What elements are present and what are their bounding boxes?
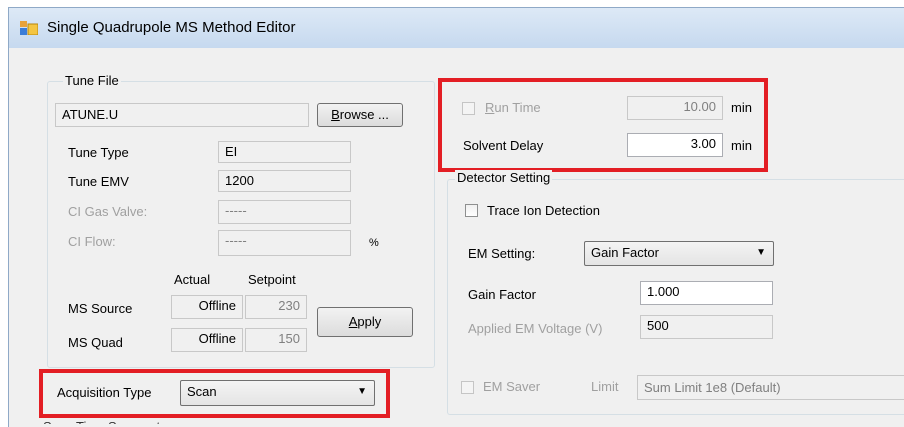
actual-header: Actual <box>174 272 211 287</box>
chevron-down-icon: ▼ <box>756 247 766 258</box>
em-setting-select[interactable]: Gain Factor ▼ <box>584 241 774 266</box>
browse-button[interactable]: Browse ... <box>317 103 403 127</box>
tune-emv-label: Tune EMV <box>68 174 129 189</box>
applied-em-voltage-label: Applied EM Voltage (V) <box>468 321 603 336</box>
trace-ion-checkbox[interactable] <box>465 204 478 217</box>
timing-highlight <box>438 78 768 172</box>
run-time-field: 10.00 <box>627 96 723 120</box>
run-time-label-rest: un Time <box>494 100 541 115</box>
ms-source-actual: Offline <box>171 295 243 319</box>
apply-label: pply <box>357 314 382 329</box>
ms-quad-label: MS Quad <box>68 335 123 350</box>
run-time-unit: min <box>731 100 752 115</box>
run-time-label: Run Time <box>485 100 541 115</box>
limit-field: Sum Limit 1e8 (Default) <box>637 375 904 400</box>
tune-file-group-label: Tune File <box>63 73 121 88</box>
limit-label: Limit <box>591 379 619 394</box>
ci-flow-field: ----- <box>218 230 351 256</box>
em-saver-label: EM Saver <box>483 379 541 394</box>
method-editor-window: Single Quadrupole MS Method Editor Tune … <box>8 7 904 427</box>
ci-flow-unit: % <box>369 237 379 249</box>
gain-factor-field[interactable]: 1.000 <box>640 281 773 305</box>
browse-mnemonic: B <box>331 107 340 122</box>
em-setting-value: Gain Factor <box>591 245 659 260</box>
ms-source-setpoint[interactable]: 230 <box>245 295 307 319</box>
ms-quad-setpoint[interactable]: 150 <box>245 328 307 352</box>
solvent-delay-label: Solvent Delay <box>463 138 544 153</box>
ci-flow-label: CI Flow: <box>68 234 116 249</box>
acquisition-type-select[interactable]: Scan ▼ <box>180 380 375 406</box>
app-icon <box>20 21 38 35</box>
em-setting-label: EM Setting: <box>468 246 536 261</box>
acquisition-type-label: Acquisition Type <box>57 385 152 400</box>
em-saver-checkbox[interactable] <box>461 381 474 394</box>
scan-time-segment-label-clipped: Scan Time Segment <box>43 419 160 424</box>
chevron-down-icon: ▼ <box>357 386 367 397</box>
title-bar: Single Quadrupole MS Method Editor <box>9 8 904 48</box>
apply-button[interactable]: Apply <box>317 307 413 337</box>
run-time-checkbox[interactable] <box>462 102 475 115</box>
ci-gas-valve-field: ----- <box>218 200 351 224</box>
ms-source-label: MS Source <box>68 301 133 316</box>
window-title: Single Quadrupole MS Method Editor <box>47 19 296 36</box>
solvent-delay-unit: min <box>731 138 752 153</box>
tune-type-field: EI <box>218 141 351 163</box>
detector-setting-group-label: Detector Setting <box>455 170 553 185</box>
applied-em-voltage-field: 500 <box>640 315 773 339</box>
trace-ion-label: Trace Ion Detection <box>487 203 600 218</box>
tune-file-field[interactable]: ATUNE.U <box>55 103 309 127</box>
tune-type-label: Tune Type <box>68 145 129 160</box>
gain-factor-label: Gain Factor <box>468 287 536 302</box>
setpoint-header: Setpoint <box>248 272 296 287</box>
ci-gas-valve-label: CI Gas Valve: <box>68 204 148 219</box>
ms-quad-actual: Offline <box>171 328 243 352</box>
tune-emv-field: 1200 <box>218 170 351 192</box>
run-time-mnemonic: R <box>485 100 495 115</box>
solvent-delay-field[interactable]: 3.00 <box>627 133 723 157</box>
acquisition-type-value: Scan <box>187 384 217 399</box>
browse-label: rowse ... <box>339 107 389 122</box>
